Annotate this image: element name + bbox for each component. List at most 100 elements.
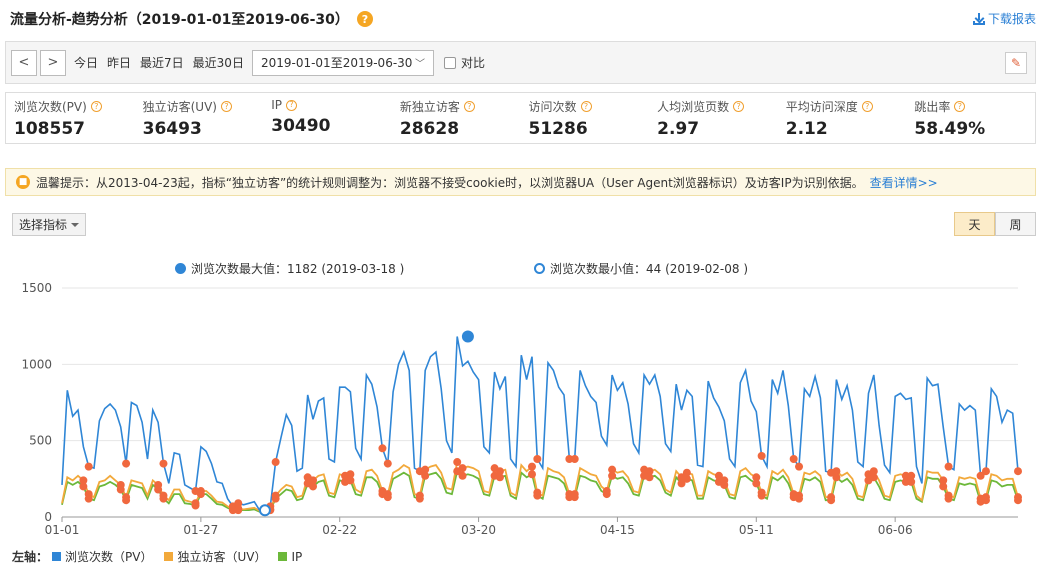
metric-bounce-rate: 跳出率? 58.49% xyxy=(906,93,1035,143)
x-tick-label: 02-22 xyxy=(322,523,357,537)
help-icon[interactable]: ? xyxy=(861,101,873,112)
help-icon[interactable]: ? xyxy=(463,101,475,112)
help-icon[interactable]: ? xyxy=(356,11,373,27)
y-tick-label: 1500 xyxy=(21,281,52,295)
weekend-point xyxy=(84,494,93,503)
compare-toggle[interactable]: 对比 xyxy=(443,54,485,71)
weekend-point xyxy=(309,482,318,491)
weekend-point xyxy=(383,493,392,502)
metric-new-visitors: 新独立访客? 28628 xyxy=(392,93,521,143)
weekend-point xyxy=(944,494,953,503)
weekend-point xyxy=(645,473,654,482)
compare-label: 对比 xyxy=(460,56,485,70)
y-tick-label: 0 xyxy=(44,510,52,524)
metric-value: 2.12 xyxy=(785,119,828,139)
quick-date-links: 今日 昨日 最近7日 最近30日 xyxy=(74,54,244,71)
weekend-point xyxy=(527,462,536,471)
quick-today[interactable]: 今日 xyxy=(74,54,98,71)
metric-label: 独立访客(UV) xyxy=(142,100,217,114)
download-report-link[interactable]: 下载报表 xyxy=(972,10,1036,27)
weekend-point xyxy=(827,496,836,505)
x-tick-label: 01-27 xyxy=(183,523,218,537)
weekend-point xyxy=(116,485,125,494)
weekend-point xyxy=(981,496,990,505)
weekend-point xyxy=(346,476,355,485)
weekend-point xyxy=(682,474,691,483)
x-tick-label: 04-15 xyxy=(600,523,635,537)
metrics-summary: 浏览次数(PV)? 108557 独立访客(UV)? 36493 IP? 304… xyxy=(5,92,1036,144)
weekend-point xyxy=(602,490,611,499)
metric-value: 2.97 xyxy=(657,119,700,139)
quick-last-7-days[interactable]: 最近7日 xyxy=(140,54,184,71)
help-icon[interactable]: ? xyxy=(733,101,745,112)
y-tick-label: 1000 xyxy=(21,357,52,371)
help-icon[interactable]: ? xyxy=(954,101,966,112)
legend-item-pv[interactable]: 浏览次数（PV） xyxy=(52,548,152,565)
metric-value: 36493 xyxy=(142,119,202,139)
weekend-point xyxy=(795,462,804,471)
help-icon[interactable]: ? xyxy=(90,101,102,112)
date-range-value: 2019-01-01至2019-06-30 xyxy=(260,56,413,70)
x-tick-label: 06-06 xyxy=(878,523,913,537)
legend-item-ip-label: IP xyxy=(291,549,303,564)
legend-item-uv[interactable]: 独立访客（UV） xyxy=(164,548,266,565)
pin-icon: ✎ xyxy=(1010,56,1022,70)
weekend-point xyxy=(79,482,88,491)
legend-item-uv-label: 独立访客（UV） xyxy=(177,550,267,564)
prev-period-button[interactable]: < xyxy=(11,49,37,76)
quick-last-30-days[interactable]: 最近30日 xyxy=(193,54,244,71)
granularity-week-button[interactable]: 周 xyxy=(995,212,1036,236)
metric-label: 浏览次数(PV) xyxy=(14,100,87,114)
metric-select-label: 选择指标 xyxy=(18,218,67,232)
notice-banner: ■ 温馨提示：从2013-04-23起，指标“独立访客”的统计规则调整为：浏览器… xyxy=(5,168,1036,196)
weekend-point xyxy=(752,479,761,488)
next-period-button[interactable]: > xyxy=(40,49,66,76)
metric-ip: IP? 30490 xyxy=(263,93,392,143)
y-tick-label: 500 xyxy=(29,434,52,448)
metric-label: IP xyxy=(271,98,283,112)
weekend-point xyxy=(453,458,462,467)
notice-details-link[interactable]: 查看详情>> xyxy=(870,174,938,191)
granularity-day-button[interactable]: 天 xyxy=(954,212,995,236)
weekend-point xyxy=(757,491,766,500)
download-icon xyxy=(972,12,985,25)
legend-item-pv-label: 浏览次数（PV） xyxy=(65,550,153,564)
trend-chart: 0 500 1000 1500 01-01 01-27 02-22 03-20 04-15 05-… xyxy=(21,281,1022,537)
weekend-point xyxy=(533,491,542,500)
weekend-point xyxy=(981,467,990,476)
weekend-point xyxy=(154,485,163,494)
weekend-point xyxy=(720,480,729,489)
weekend-point xyxy=(608,471,617,480)
filled-circle-icon xyxy=(175,263,186,274)
date-range-select[interactable]: 2019-01-01至2019-06-30 ﹀ xyxy=(251,49,434,76)
weekend-point xyxy=(196,490,205,499)
metric-select-dropdown[interactable]: 选择指标 xyxy=(12,213,86,236)
x-tick-label: 05-11 xyxy=(739,523,774,537)
metric-value: 108557 xyxy=(14,119,85,139)
compare-checkbox[interactable] xyxy=(443,56,456,69)
weekend-point xyxy=(533,454,542,463)
weekend-point xyxy=(1014,467,1022,476)
weekend-point xyxy=(122,459,131,468)
legend-item-ip[interactable]: IP xyxy=(278,550,302,564)
weekend-point xyxy=(383,459,392,468)
pin-button[interactable]: ✎ xyxy=(1005,52,1027,74)
weekend-point xyxy=(495,473,504,482)
weekend-point xyxy=(271,458,280,467)
weekend-point xyxy=(1014,496,1022,505)
metric-value: 51286 xyxy=(528,119,588,139)
quick-yesterday[interactable]: 昨日 xyxy=(107,54,131,71)
weekend-point xyxy=(832,473,841,482)
help-icon[interactable]: ? xyxy=(220,101,232,112)
chevron-down-icon: ﹀ xyxy=(414,59,425,70)
metric-label: 新独立访客 xyxy=(399,100,460,114)
weekend-point xyxy=(795,494,804,503)
weekend-point xyxy=(939,482,948,491)
weekend-point xyxy=(944,462,953,471)
help-icon[interactable]: ? xyxy=(286,99,298,111)
page-title: 流量分析-趋势分析（2019-01-01至2019-06-30） xyxy=(10,12,349,28)
weekend-point xyxy=(421,471,430,480)
help-icon[interactable]: ? xyxy=(580,101,592,112)
weekend-point xyxy=(159,459,168,468)
metric-label: 人均浏览页数 xyxy=(657,100,730,114)
